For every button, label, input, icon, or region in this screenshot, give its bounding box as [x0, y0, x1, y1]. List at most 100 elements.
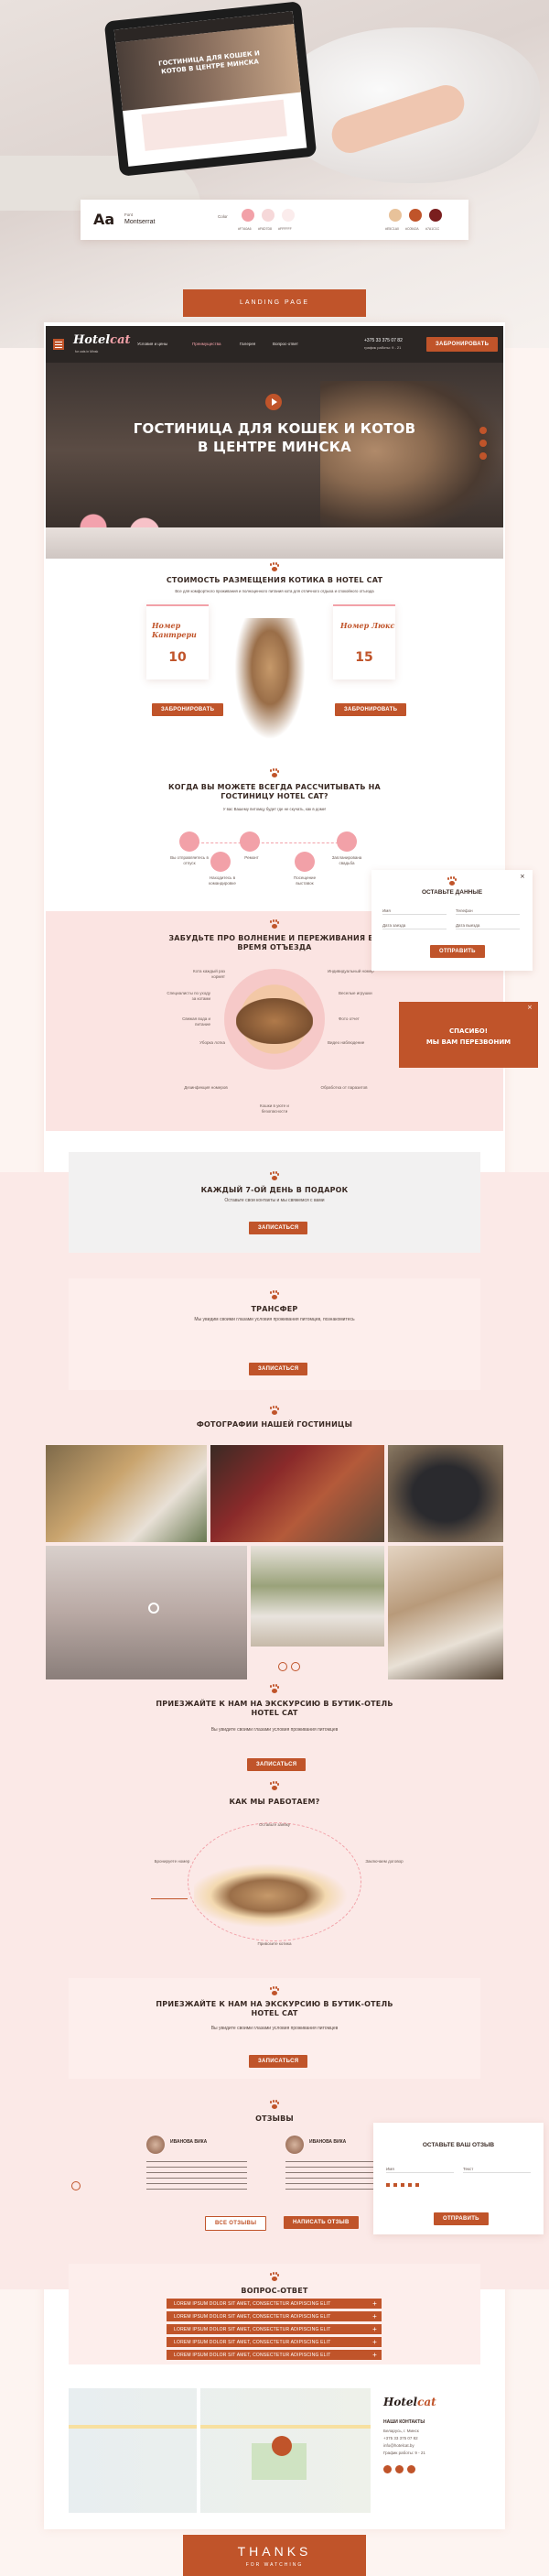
when-item-5: Запланирована свадьба: [331, 855, 362, 865]
form-field-checkout[interactable]: Дата выезда: [456, 923, 520, 929]
transfer-button[interactable]: ЗАПИСАТЬСЯ: [249, 1363, 308, 1375]
forget-left-4: Уборка лотка: [199, 1040, 225, 1045]
how-step-4: Привозите котика: [257, 1941, 292, 1946]
gallery-photo-5[interactable]: [251, 1546, 384, 1647]
gallery-photo-2[interactable]: [210, 1445, 384, 1542]
book-button[interactable]: ЗАБРОНИРОВАТЬ: [426, 337, 499, 352]
social-vk-icon[interactable]: [479, 427, 487, 434]
form-field-name[interactable]: Имя: [382, 908, 447, 915]
swatch-hex-1: #F7A0A6: [238, 227, 252, 231]
social-ig-icon[interactable]: [479, 452, 487, 460]
data-form-popup: × ОСТАВЬТЕ ДАННЫЕ Имя Телефон Дата заезд…: [371, 870, 533, 971]
nav-item-gallery[interactable]: Галерея: [240, 342, 255, 346]
excursion2-button[interactable]: ЗАПИСАТЬСЯ: [249, 2055, 308, 2068]
forget-cat-photo: [236, 998, 313, 1044]
price-card-left-button[interactable]: ЗАБРОНИРОВАТЬ: [152, 703, 224, 716]
rating-stars[interactable]: [386, 2183, 423, 2187]
faq-item-4[interactable]: LOREM IPSUM DOLOR SIT AMET, CONSECTETUR …: [167, 2337, 382, 2347]
forget-title: ЗАБУДЬТЕ ПРО ВОЛНЕНИЕ И ПЕРЕЖИВАНИЯ ВО В…: [168, 934, 381, 951]
gallery-prev-button[interactable]: [278, 1662, 287, 1671]
thanks-text: THANKS: [237, 2544, 312, 2559]
faq-item-1[interactable]: LOREM IPSUM DOLOR SIT AMET, CONSECTETUR …: [167, 2299, 382, 2309]
header-phone[interactable]: +375 33 375 07 82: [364, 338, 403, 343]
how-step-3: Заключаем договор: [365, 1859, 404, 1864]
form-title: ОСТАВЬТЕ ДАННЫЕ: [421, 889, 483, 896]
forget-bottom-2: Кошки в уюте и безопасности: [260, 1103, 289, 1114]
map-pin-icon[interactable]: [272, 2436, 292, 2456]
contacts-email[interactable]: info@hotelcat.by: [383, 2443, 414, 2449]
gallery-photo-1[interactable]: [46, 1445, 207, 1542]
forget-right-3: Фото отчет: [339, 1016, 360, 1021]
thanks-line1: СПАСИБО!: [449, 1027, 488, 1035]
review-name-1: ИВАНОВА ВИКА: [170, 2139, 208, 2145]
contacts-phone[interactable]: +375 33 375 07 82: [383, 2436, 418, 2441]
gallery-photo-6[interactable]: [388, 1546, 503, 1679]
paw-icon: [270, 1987, 279, 1995]
how-link[interactable]: [151, 1896, 188, 1899]
all-reviews-button[interactable]: ВСЕ ОТЗЫВЫ: [205, 2216, 267, 2231]
style-guide-card: Aa Font Montserrat Color #F7A0A6 #F6D7D8…: [81, 200, 468, 240]
contacts-ig-icon[interactable]: [407, 2465, 415, 2473]
contacts-fb-icon[interactable]: [395, 2465, 404, 2473]
forget-left-2: Специалисты по уходу за котами: [167, 991, 210, 1001]
pricing-cat-photo: [233, 618, 307, 742]
nav-item-advantages[interactable]: Преимущества: [192, 342, 221, 346]
close-icon[interactable]: ×: [520, 873, 525, 880]
reviews-title: ОТЗЫВЫ: [255, 2114, 294, 2123]
swatch-hex-3: #FFFFFF: [278, 227, 292, 231]
tablet-device: ГОСТИНИЦА ДЛЯ КОШЕК И КОТОВ В ЦЕНТРЕ МИН…: [103, 1, 318, 177]
thanks-line2: МЫ ВАМ ПЕРЕЗВОНИМ: [425, 1038, 511, 1046]
paw-icon: [270, 920, 279, 929]
price-card-right: Номер Люкс 15: [333, 604, 395, 679]
gift-button[interactable]: ЗАПИСАТЬСЯ: [249, 1222, 308, 1234]
form-field-checkin[interactable]: Дата заезда: [382, 923, 447, 929]
nav-item-prices[interactable]: Условия и цены: [137, 342, 167, 346]
review-text-1: [146, 2161, 247, 2194]
contacts-vk-icon[interactable]: [383, 2465, 392, 2473]
transfer-text: Мы увидим своими глазами условия прожива…: [194, 1317, 355, 1322]
paw-icon: [270, 1172, 279, 1180]
review-form-popup: ОСТАВЬТЕ ВАШ ОТЗЫВ Имя Текст ОТПРАВИТЬ: [373, 2123, 544, 2234]
tablet-screen: ГОСТИНИЦА ДЛЯ КОШЕК И КОТОВ В ЦЕНТРЕ МИН…: [113, 11, 307, 167]
zoom-icon[interactable]: [148, 1603, 159, 1614]
menu-icon[interactable]: [53, 339, 64, 350]
forget-bottom-1: Дезинфекция номеров: [184, 1085, 228, 1090]
paw-icon: [270, 563, 279, 571]
excursion1-text: Вы увидите своими глазами условия прожив…: [210, 1727, 339, 1733]
header-hours: график работы: 9 - 21: [364, 345, 402, 350]
faq-item-5[interactable]: LOREM IPSUM DOLOR SIT AMET, CONSECTETUR …: [167, 2350, 382, 2360]
pricing-subtitle: Все для комфортного проживания и полноце…: [175, 589, 374, 593]
transfer-title: ТРАНСФЕР: [251, 1305, 298, 1313]
gallery-photo-3[interactable]: [388, 1445, 503, 1542]
font-sample: Aa: [93, 211, 115, 228]
social-fb-icon[interactable]: [479, 440, 487, 447]
price-card-right-button[interactable]: ЗАБРОНИРОВАТЬ: [335, 703, 407, 716]
paw-icon: [270, 1685, 279, 1693]
nav-item-faq[interactable]: Вопрос-ответ: [273, 342, 298, 346]
map[interactable]: [69, 2388, 371, 2513]
form-field-phone[interactable]: Телефон: [456, 908, 520, 915]
contacts-title: НАШИ КОНТАКТЫ: [383, 2419, 425, 2425]
faq-item-3[interactable]: LOREM IPSUM DOLOR SIT AMET, CONSECTETUR …: [167, 2324, 382, 2334]
paw-icon: [270, 2273, 279, 2281]
review-form-field-text[interactable]: Текст: [463, 2167, 531, 2173]
play-video-icon[interactable]: [265, 394, 282, 410]
close-icon[interactable]: ×: [527, 1004, 533, 1011]
review-prev-button[interactable]: [71, 2181, 81, 2190]
review-form-field-name[interactable]: Имя: [386, 2167, 454, 2173]
how-step-1: Оставьте заявку: [258, 1822, 291, 1827]
gallery-next-button[interactable]: [291, 1662, 300, 1671]
review-form-submit[interactable]: ОТПРАВИТЬ: [434, 2212, 489, 2225]
form-submit-button[interactable]: ОТПРАВИТЬ: [430, 945, 485, 958]
map-road-2: [197, 2388, 200, 2513]
excursion1-button[interactable]: ЗАПИСАТЬСЯ: [247, 1758, 307, 1771]
write-review-button[interactable]: НАПИСАТЬ ОТЗЫВ: [284, 2216, 359, 2229]
logo-subtitle: for cats in Minsk: [75, 350, 99, 353]
logo[interactable]: Hotelcat: [73, 333, 131, 347]
gallery-photo-4[interactable]: [46, 1546, 247, 1679]
avatar: [146, 2136, 165, 2154]
swatch-hex-6: #7A1C1C: [425, 227, 440, 231]
faq-item-2[interactable]: LOREM IPSUM DOLOR SIT AMET, CONSECTETUR …: [167, 2311, 382, 2321]
swatch-light-pink: [262, 209, 274, 222]
contacts-block: Hotelcat НАШИ КОНТАКТЫ Беларусь, г. Минс…: [371, 2388, 480, 2513]
